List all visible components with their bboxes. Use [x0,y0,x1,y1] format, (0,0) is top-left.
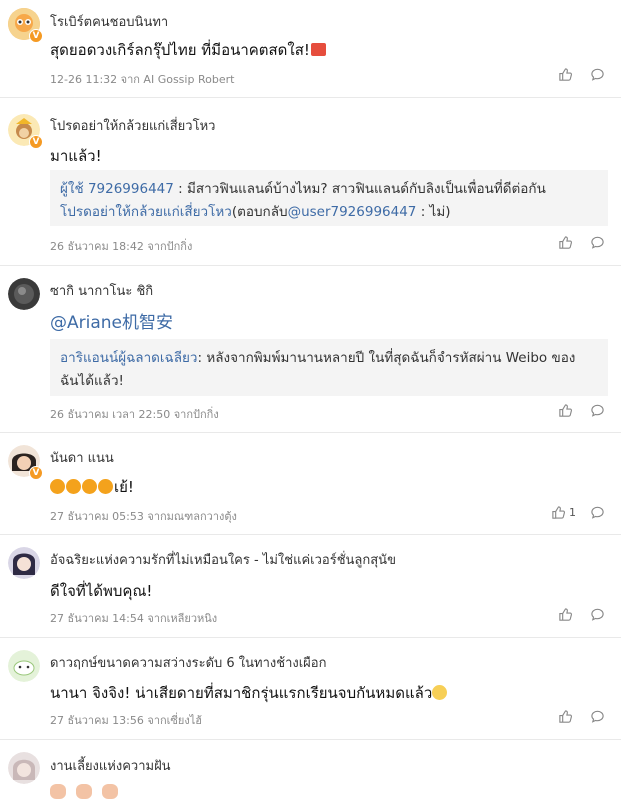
like-icon [559,236,573,249]
comment-item: ซากิ นากาโนะ ชิกิ @Ariane机智安 อาริแอนน์ผู… [0,266,621,433]
reply-button[interactable] [590,235,605,250]
sticker-icon [310,43,326,56]
quoted-reply: อาริแอนน์ผู้ฉลาดเฉลียว: หลังจากพิมพ์มานา… [50,339,608,396]
comment-text: มาแล้ว! [50,147,102,165]
comment-text: สุดยอดวงเกิร์ลกรุ๊ปไทย ที่มีอนาคตสดใส! [50,38,326,62]
commenter-name[interactable]: ดาวฤกษ์ขนาดความสว่างระดับ 6 ในทางช้างเผื… [50,652,326,673]
comment-item: V นันดา แนน เย้! 27 ธันวาคม 05:53 จากมณฑ… [0,433,621,535]
reply-button[interactable] [590,709,605,724]
comment-meta: 12-26 11:32 จาก AI Gossip Robert [50,73,235,86]
emoji-icon [66,479,81,494]
reply-icon [591,506,604,519]
reply-icon [591,608,604,621]
comment-actions [558,403,605,418]
comment-actions: 1 [551,505,605,520]
commenter-name[interactable]: งานเลี้ยงแห่งความฝัน [50,755,171,776]
reply-button[interactable] [590,67,605,82]
comment-meta: 27 ธันวาคม 14:54 จากเหลียวหนิง [50,612,218,625]
quoted-user-link[interactable]: ผู้ใช้ 7926996447 [60,181,174,197]
comment-feed: V โรเบิร์ตคนชอบนินทา สุดยอดวงเกิร์ลกรุ๊ป… [0,0,621,803]
avatar[interactable] [8,547,40,579]
comment-actions [558,67,605,82]
verified-badge-icon: V [29,29,43,43]
like-button[interactable]: 1 [551,505,576,520]
mention-link[interactable]: @Ariane机智安 [50,308,173,333]
reply-icon [591,68,604,81]
comment-actions [558,607,605,622]
verified-badge-icon: V [29,135,43,149]
comment-actions [558,709,605,724]
comment-meta: 27 ธันวาคม 13:56 จากเซี่ยงไฮ้ [50,714,202,727]
avatar[interactable]: V [8,445,43,480]
avatar[interactable]: V [8,8,43,43]
like-button[interactable] [558,403,576,418]
reply-icon [591,236,604,249]
emoji-icon [50,479,65,494]
commenter-name[interactable]: โรเบิร์ตคนชอบนินทา [50,11,168,32]
comment-item: V โรเบิร์ตคนชอบนินทา สุดยอดวงเกิร์ลกรุ๊ป… [0,0,621,98]
comment-text: เย้! [50,475,134,499]
like-button[interactable] [558,67,576,82]
comment-item: ดาวฤกษ์ขนาดความสว่างระดับ 6 ในทางช้างเผื… [0,638,621,740]
crying-emoji-icon [432,685,448,700]
reply-button[interactable] [590,505,605,520]
like-icon [559,68,573,81]
verified-badge-icon: V [29,466,43,480]
like-button[interactable] [558,709,576,724]
comment-item: อัจฉริยะแห่งความรักที่ไม่เหมือนใคร - ไม่… [0,535,621,638]
avatar[interactable] [8,752,40,784]
mention-link[interactable]: @user7926996447 [288,204,417,220]
commenter-name[interactable]: โปรดอย่าให้กล้วยแก่เสี่ยวโหว [50,115,215,136]
reply-button[interactable] [590,607,605,622]
avatar[interactable] [8,650,40,682]
commenter-name[interactable]: ซากิ นากาโนะ ชิกิ [50,280,153,301]
clap-emoji-icon [75,784,92,799]
like-icon [559,404,573,417]
quoted-reply: ผู้ใช้ 7926996447 : มีสาวฟินแลนด์บ้างไหม… [50,170,608,226]
like-icon [559,608,573,621]
comment-item: V โปรดอย่าให้กล้วยแก่เสี่ยวโหว มาแล้ว! ผ… [0,98,621,266]
commenter-name[interactable]: อัจฉริยะแห่งความรักที่ไม่เหมือนใคร - ไม่… [50,549,396,570]
like-icon [552,506,566,519]
quoted-user-link[interactable]: อาริแอนน์ผู้ฉลาดเฉลียว [60,350,198,366]
comment-actions [558,235,605,250]
like-button[interactable] [558,607,576,622]
comment-text: ดีใจที่ได้พบคุณ! [50,582,153,600]
quoted-user-link[interactable]: โปรดอย่าให้กล้วยแก่เสี่ยวโหว [60,204,232,220]
comment-text [50,783,119,801]
like-count: 1 [569,506,576,519]
avatar[interactable]: V [8,114,43,149]
clap-emoji-icon [101,784,118,799]
commenter-name[interactable]: นันดา แนน [50,447,114,468]
comment-meta: 26 ธันวาคม 18:42 จากปักกิ่ง [50,240,193,253]
comment-item: งานเลี้ยงแห่งความฝัน [0,740,621,803]
avatar[interactable] [8,278,40,310]
like-icon [559,710,573,723]
comment-text: นานา จิงจิง! น่าเสียดายที่สมาชิกรุ่นแรกเ… [50,681,448,705]
emoji-icon [98,479,113,494]
reply-icon [591,404,604,417]
reply-button[interactable] [590,403,605,418]
comment-meta: 26 ธันวาคม เวลา 22:50 จากปักกิ่ง [50,408,219,421]
clap-emoji-icon [50,784,66,799]
comment-meta: 27 ธันวาคม 05:53 จากมณฑลกวางตุ้ง [50,510,237,523]
like-button[interactable] [558,235,576,250]
reply-icon [591,710,604,723]
emoji-icon [82,479,97,494]
